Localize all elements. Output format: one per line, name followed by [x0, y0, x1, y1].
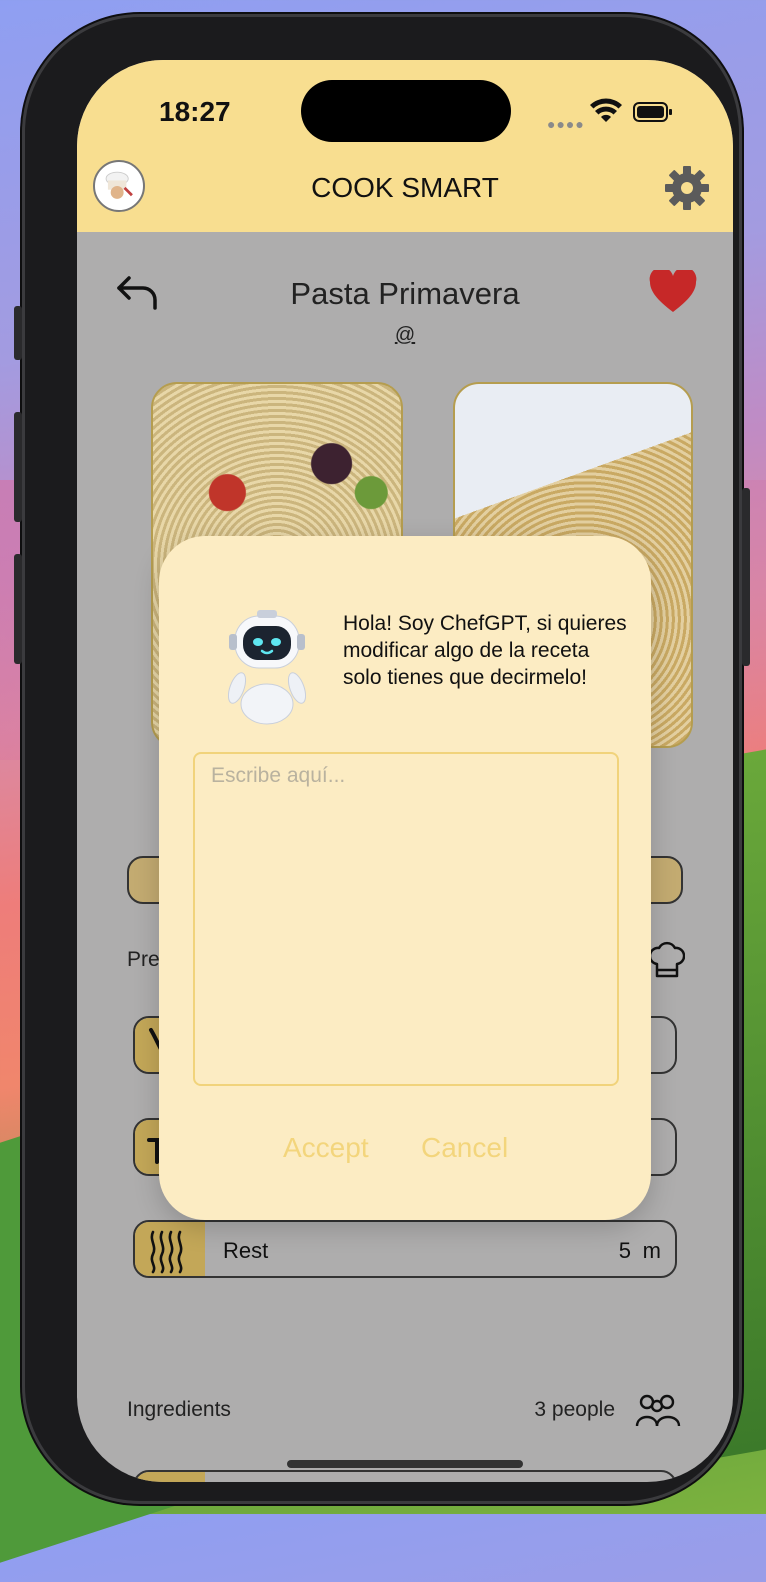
battery-icon [633, 102, 672, 122]
step-time: 5 [618, 1238, 631, 1263]
step-icon-box [135, 1222, 205, 1276]
people-icon[interactable] [635, 1392, 681, 1428]
app-screen: 18:27 ●●●● COOK SMART Pasta Primavera @ … [77, 60, 733, 1482]
robot-icon [227, 610, 307, 725]
step-name: Rest [223, 1238, 269, 1263]
volume-up-button [14, 412, 22, 522]
app-title: COOK SMART [311, 172, 499, 203]
recipe-author-link[interactable]: @ [77, 324, 733, 347]
chefgpt-message: Hola! Soy ChefGPT, si quieres modificar … [343, 612, 627, 689]
phone-frame: 18:27 ●●●● COOK SMART Pasta Primavera @ … [14, 14, 750, 1504]
recipe-title: Pasta Primavera [290, 276, 520, 311]
step-unit: m [642, 1238, 661, 1263]
ingredient-row[interactable] [133, 1470, 677, 1482]
cellular-signal-icon: ●●●● [547, 116, 585, 132]
favorite-heart-icon[interactable] [649, 270, 697, 314]
mute-switch [14, 306, 22, 360]
volume-down-button [14, 554, 22, 664]
preparation-label: Pre [127, 948, 160, 971]
ingredients-label: Ingredients [127, 1398, 231, 1421]
status-time: 18:27 [159, 96, 231, 127]
prep-step-3[interactable]: Rest 5 m [133, 1220, 677, 1278]
chefgpt-dialog: Hola! Soy ChefGPT, si quieres modificar … [159, 536, 651, 1220]
power-button [742, 488, 750, 666]
chat-input[interactable] [193, 752, 619, 1086]
cancel-button[interactable]: Cancel [421, 1132, 508, 1164]
wifi-icon [590, 98, 622, 122]
people-count: 3 people [534, 1398, 615, 1421]
dynamic-island [301, 80, 511, 142]
settings-gear-icon[interactable] [663, 164, 711, 212]
accept-button[interactable]: Accept [283, 1132, 369, 1164]
header-bar: 18:27 ●●●● COOK SMART [77, 60, 733, 232]
chef-hat-icon[interactable] [649, 940, 685, 980]
steam-icon [150, 1230, 183, 1274]
step-icon-box [135, 1472, 205, 1482]
home-indicator[interactable] [287, 1460, 523, 1468]
